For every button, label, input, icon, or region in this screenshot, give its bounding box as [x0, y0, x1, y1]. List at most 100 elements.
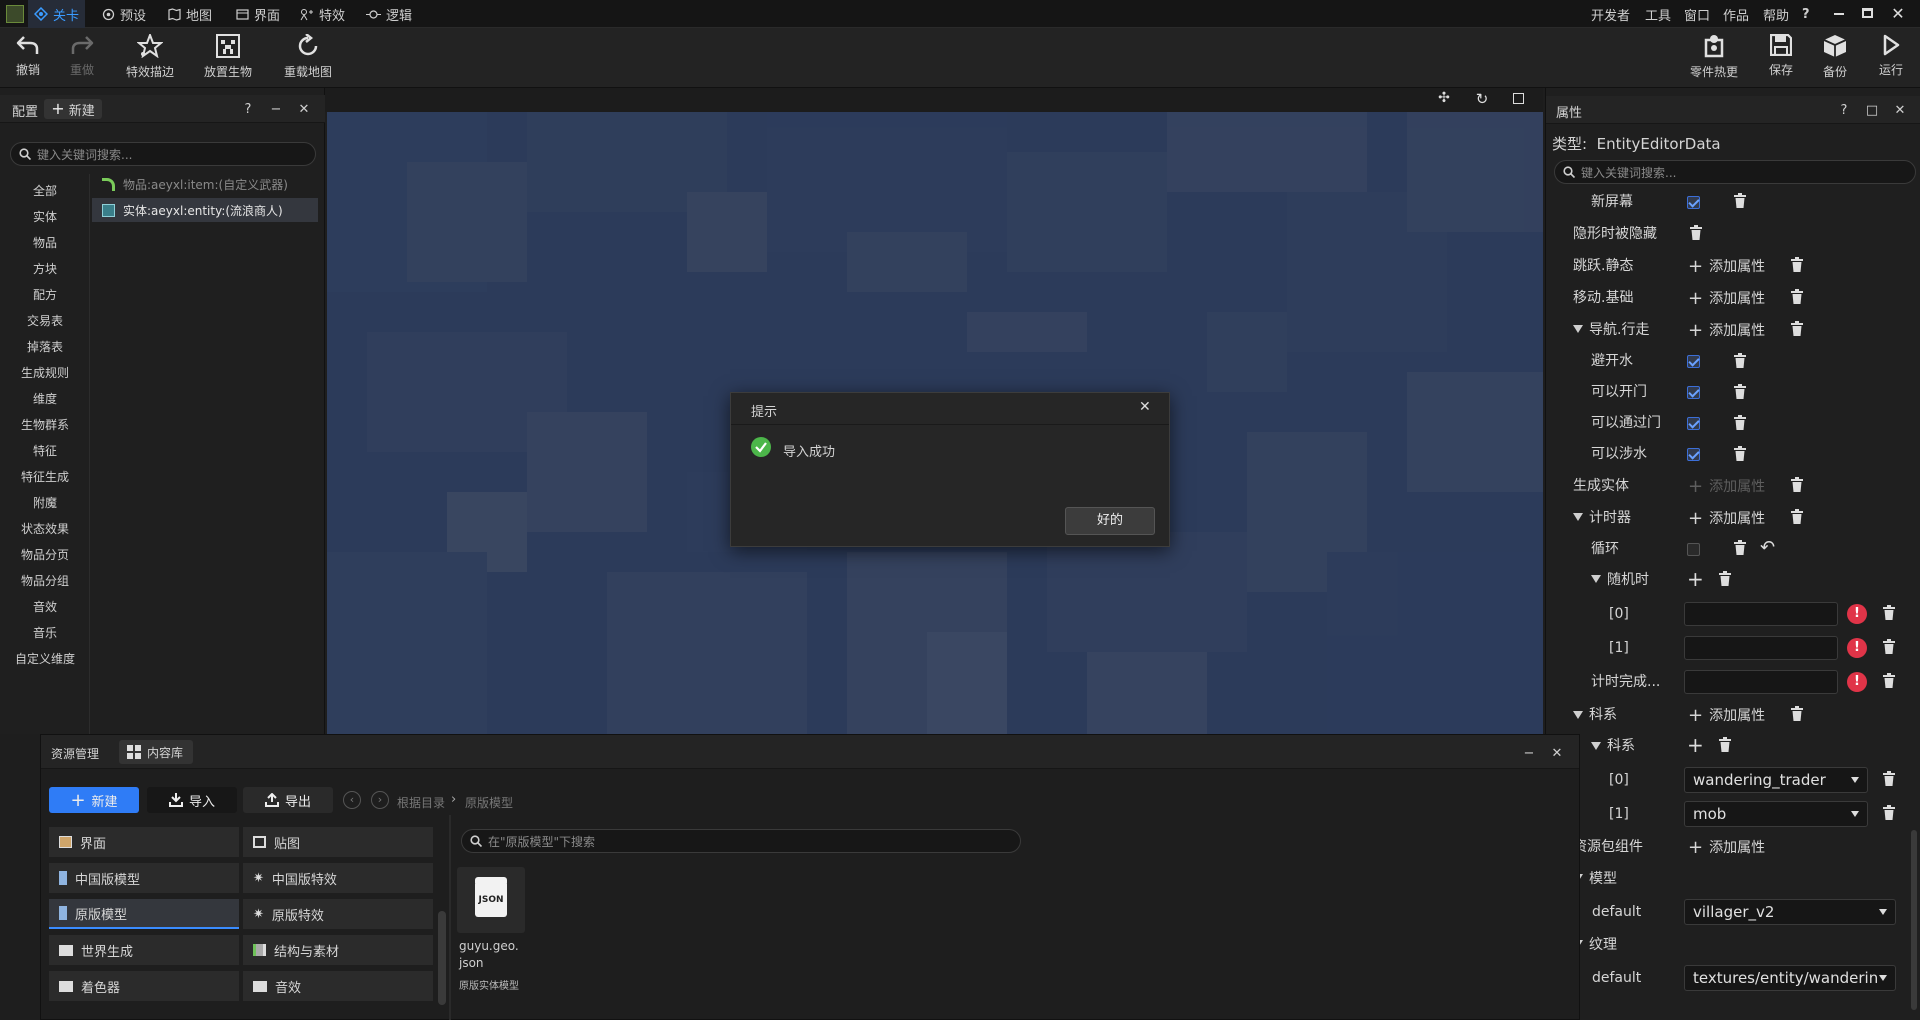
resource-item-structure[interactable]: 结构与素材 — [243, 935, 433, 965]
properties-help-icon[interactable]: ? — [1836, 96, 1852, 124]
resource-list-scrollbar[interactable] — [438, 911, 446, 1005]
resource-item-interface[interactable]: 界面 — [49, 827, 239, 857]
effect-outline-button[interactable]: 特效描边 — [120, 34, 180, 86]
resource-item-world-gen[interactable]: 世界生成 — [49, 935, 239, 965]
config-search-input[interactable]: 键入关键词搜索... — [10, 142, 316, 166]
category-entity[interactable]: 实体 — [0, 208, 90, 225]
menu-help[interactable]: 帮助 — [1763, 0, 1789, 28]
add-property-spawn[interactable]: + 添加属性 — [1688, 471, 1765, 501]
category-block[interactable]: 方块 — [0, 260, 90, 277]
tab-preset[interactable]: 预设 — [96, 0, 152, 28]
menu-window[interactable]: 窗口 — [1684, 0, 1710, 28]
resource-item-shader[interactable]: 着色器 — [49, 971, 239, 1001]
family-1-select[interactable]: mob — [1684, 801, 1868, 827]
properties-close-icon[interactable]: ✕ — [1892, 96, 1908, 124]
rotate-tool-icon[interactable]: ↻ — [1472, 90, 1492, 110]
trash-icon[interactable] — [1733, 415, 1747, 431]
file-card-guyu[interactable]: JSON guyu.geo. json 原版实体模型 — [457, 867, 525, 993]
category-feature-generation[interactable]: 特征生成 — [0, 468, 90, 485]
add-property-jump[interactable]: + 添加属性 — [1688, 251, 1765, 281]
category-item[interactable]: 物品 — [0, 234, 90, 251]
nav-back-icon[interactable]: ‹ — [343, 791, 361, 809]
resource-item-vanilla-model[interactable]: 原版模型 — [49, 899, 239, 929]
nav-forward-icon[interactable]: › — [371, 791, 389, 809]
checkbox-new-screen[interactable] — [1687, 196, 1700, 209]
category-trade-table[interactable]: 交易表 — [0, 312, 90, 329]
trash-icon[interactable] — [1882, 673, 1896, 689]
close-icon[interactable]: ✕ — [296, 95, 312, 123]
trash-icon[interactable] — [1733, 446, 1747, 462]
add-family-icon[interactable]: + — [1687, 733, 1704, 757]
resource-item-vanilla-effects[interactable]: ✷ 原版特效 — [243, 899, 433, 929]
backup-button[interactable]: 备份 — [1805, 34, 1865, 86]
window-minimize-button[interactable] — [1834, 13, 1844, 15]
trash-icon[interactable] — [1733, 384, 1747, 400]
texture-default-select[interactable]: textures/entity/wanderin — [1684, 965, 1896, 991]
resource-item-sound[interactable]: 音效 — [243, 971, 433, 1001]
tab-map[interactable]: 地图 — [162, 0, 218, 28]
category-item-page[interactable]: 物品分页 — [0, 546, 90, 563]
add-property-move[interactable]: + 添加属性 — [1688, 283, 1765, 313]
properties-float-icon[interactable]: □ — [1864, 96, 1880, 124]
minimize-icon[interactable]: − — [268, 95, 284, 123]
dialog-ok-button[interactable]: 好的 — [1065, 507, 1155, 535]
resource-import-button[interactable]: 导入 — [147, 787, 237, 813]
maximize-viewport-icon[interactable] — [1513, 93, 1524, 104]
category-custom-dimension[interactable]: 自定义维度 — [0, 650, 90, 667]
breadcrumb-root[interactable]: 根据目录 — [397, 794, 445, 811]
checkbox-avoid-water[interactable] — [1687, 355, 1700, 368]
config-item-weapon[interactable]: 物品:aeyxl:item:(自定义武器) — [92, 172, 318, 196]
menu-developer[interactable]: 开发者 — [1591, 0, 1630, 28]
category-all[interactable]: 全部 — [0, 182, 90, 199]
reload-map-button[interactable]: 重载地图 — [278, 34, 338, 86]
tab-logic[interactable]: 逻辑 — [360, 0, 418, 28]
trash-icon[interactable] — [1790, 257, 1804, 273]
menu-works[interactable]: 作品 — [1723, 0, 1749, 28]
trash-icon[interactable] — [1790, 477, 1804, 493]
category-music[interactable]: 音乐 — [0, 624, 90, 641]
trash-icon[interactable] — [1733, 353, 1747, 369]
menu-question[interactable]: ? — [1802, 0, 1810, 28]
trash-icon[interactable] — [1733, 193, 1747, 209]
model-default-select[interactable]: villager_v2 — [1684, 899, 1896, 925]
resource-export-button[interactable]: 导出 — [243, 787, 333, 813]
category-status-effect[interactable]: 状态效果 — [0, 520, 90, 537]
trash-icon[interactable] — [1882, 605, 1896, 621]
checkbox-can-open-doors[interactable] — [1687, 386, 1700, 399]
add-property-nav[interactable]: + 添加属性 — [1688, 315, 1765, 345]
category-item-group[interactable]: 物品分组 — [0, 572, 90, 589]
move-tool-icon[interactable]: ✣ — [1434, 90, 1454, 110]
add-property-family[interactable]: + 添加属性 — [1688, 700, 1765, 730]
category-spawn-rules[interactable]: 生成规则 — [0, 364, 90, 381]
category-feature[interactable]: 特征 — [0, 442, 90, 459]
trash-icon[interactable] — [1718, 571, 1732, 587]
config-item-entity[interactable]: 实体:aeyxl:entity:(流浪商人) — [92, 198, 318, 222]
resource-item-cn-effects[interactable]: ✷ 中国版特效 — [243, 863, 433, 893]
resource-search-input[interactable]: 在"原版模型"下搜索 — [461, 829, 1021, 853]
expand-arrow-icon[interactable] — [1573, 513, 1583, 521]
redo-button[interactable]: 重做 — [52, 34, 112, 86]
dialog-close-icon[interactable]: ✕ — [1139, 399, 1151, 415]
trash-icon[interactable] — [1689, 225, 1703, 241]
place-creature-button[interactable]: 放置生物 — [198, 34, 258, 86]
resource-item-cn-model[interactable]: 中国版模型 — [49, 863, 239, 893]
add-property-resource-pack[interactable]: + 添加属性 — [1688, 832, 1765, 862]
expand-arrow-icon[interactable] — [1591, 742, 1601, 750]
resource-minimize-icon[interactable]: − — [1521, 739, 1537, 767]
trash-icon[interactable] — [1790, 289, 1804, 305]
window-restore-button[interactable] — [1862, 8, 1873, 18]
reset-icon[interactable]: ↶ — [1760, 538, 1775, 558]
checkbox-loop[interactable] — [1687, 543, 1700, 556]
breadcrumb-current[interactable]: 原版模型 — [465, 794, 513, 811]
expand-arrow-icon[interactable] — [1591, 575, 1601, 583]
config-new-button[interactable]: + 新建 — [44, 99, 102, 119]
run-button[interactable]: 运行 — [1861, 34, 1920, 86]
category-recipe[interactable]: 配方 — [0, 286, 90, 303]
undo-button[interactable]: 撤销 — [0, 34, 58, 86]
add-property-timer[interactable]: + 添加属性 — [1688, 503, 1765, 533]
trash-icon[interactable] — [1790, 706, 1804, 722]
category-biome[interactable]: 生物群系 — [0, 416, 90, 433]
trash-icon[interactable] — [1882, 639, 1896, 655]
trash-icon[interactable] — [1790, 509, 1804, 525]
window-close-button[interactable]: ✕ — [1890, 4, 1906, 24]
